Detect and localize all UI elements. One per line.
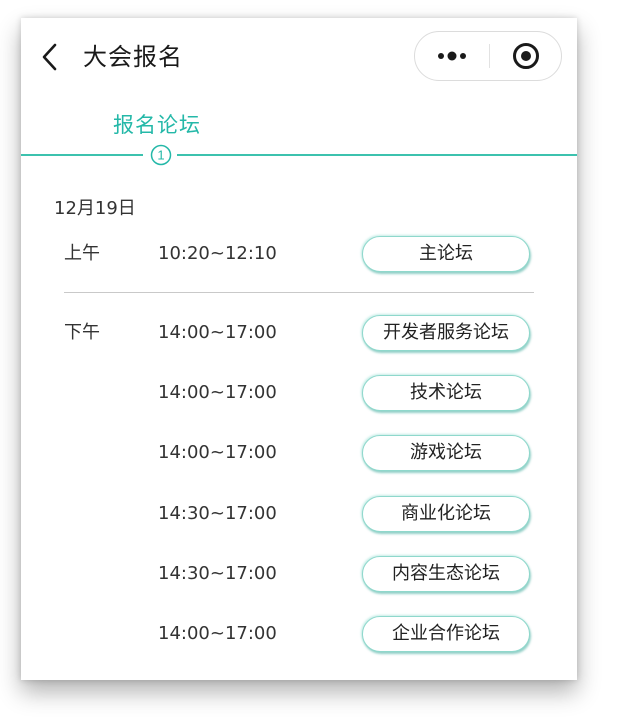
forum-button-developer-services[interactable]: 开发者服务论坛 (362, 315, 530, 351)
session-time: 14:00~17:00 (158, 623, 277, 644)
forum-button-commercialization[interactable]: 商业化论坛 (362, 496, 530, 532)
close-miniprogram-button[interactable] (490, 32, 562, 80)
page-title: 大会报名 (83, 43, 183, 71)
more-dots-icon (438, 51, 466, 61)
forum-button-content-ecosystem[interactable]: 内容生态论坛 (362, 556, 530, 592)
session-time: 14:30~17:00 (158, 563, 277, 584)
forum-button-enterprise-cooperation[interactable]: 企业合作论坛 (362, 616, 530, 652)
menu-capsule (414, 31, 562, 81)
step-number-text: 1 (157, 148, 164, 163)
more-button[interactable] (415, 32, 488, 80)
date-label: 12月19日 (54, 198, 136, 219)
back-chevron-icon[interactable] (39, 42, 61, 72)
session-time: 14:30~17:00 (158, 503, 277, 524)
tab-forum-registration[interactable]: 报名论坛 (113, 110, 201, 140)
app-window: 大会报名 报名论坛 1 12月19日 上午 10:20~12:10 主论坛 下午… (21, 18, 577, 680)
step-number-badge: 1 (150, 144, 172, 166)
section-divider (64, 292, 534, 293)
forum-button-games[interactable]: 游戏论坛 (362, 435, 530, 471)
session-time: 14:00~17:00 (158, 442, 277, 463)
session-time: 14:00~17:00 (158, 322, 277, 343)
period-afternoon: 下午 (64, 322, 100, 343)
step-line-right (177, 154, 577, 156)
period-morning: 上午 (64, 243, 100, 264)
forum-button-technology[interactable]: 技术论坛 (362, 375, 530, 411)
forum-button-main[interactable]: 主论坛 (362, 236, 530, 272)
step-line-left (21, 154, 143, 156)
session-time: 10:20~12:10 (158, 243, 277, 264)
target-circle-icon (513, 43, 539, 69)
session-time: 14:00~17:00 (158, 382, 277, 403)
